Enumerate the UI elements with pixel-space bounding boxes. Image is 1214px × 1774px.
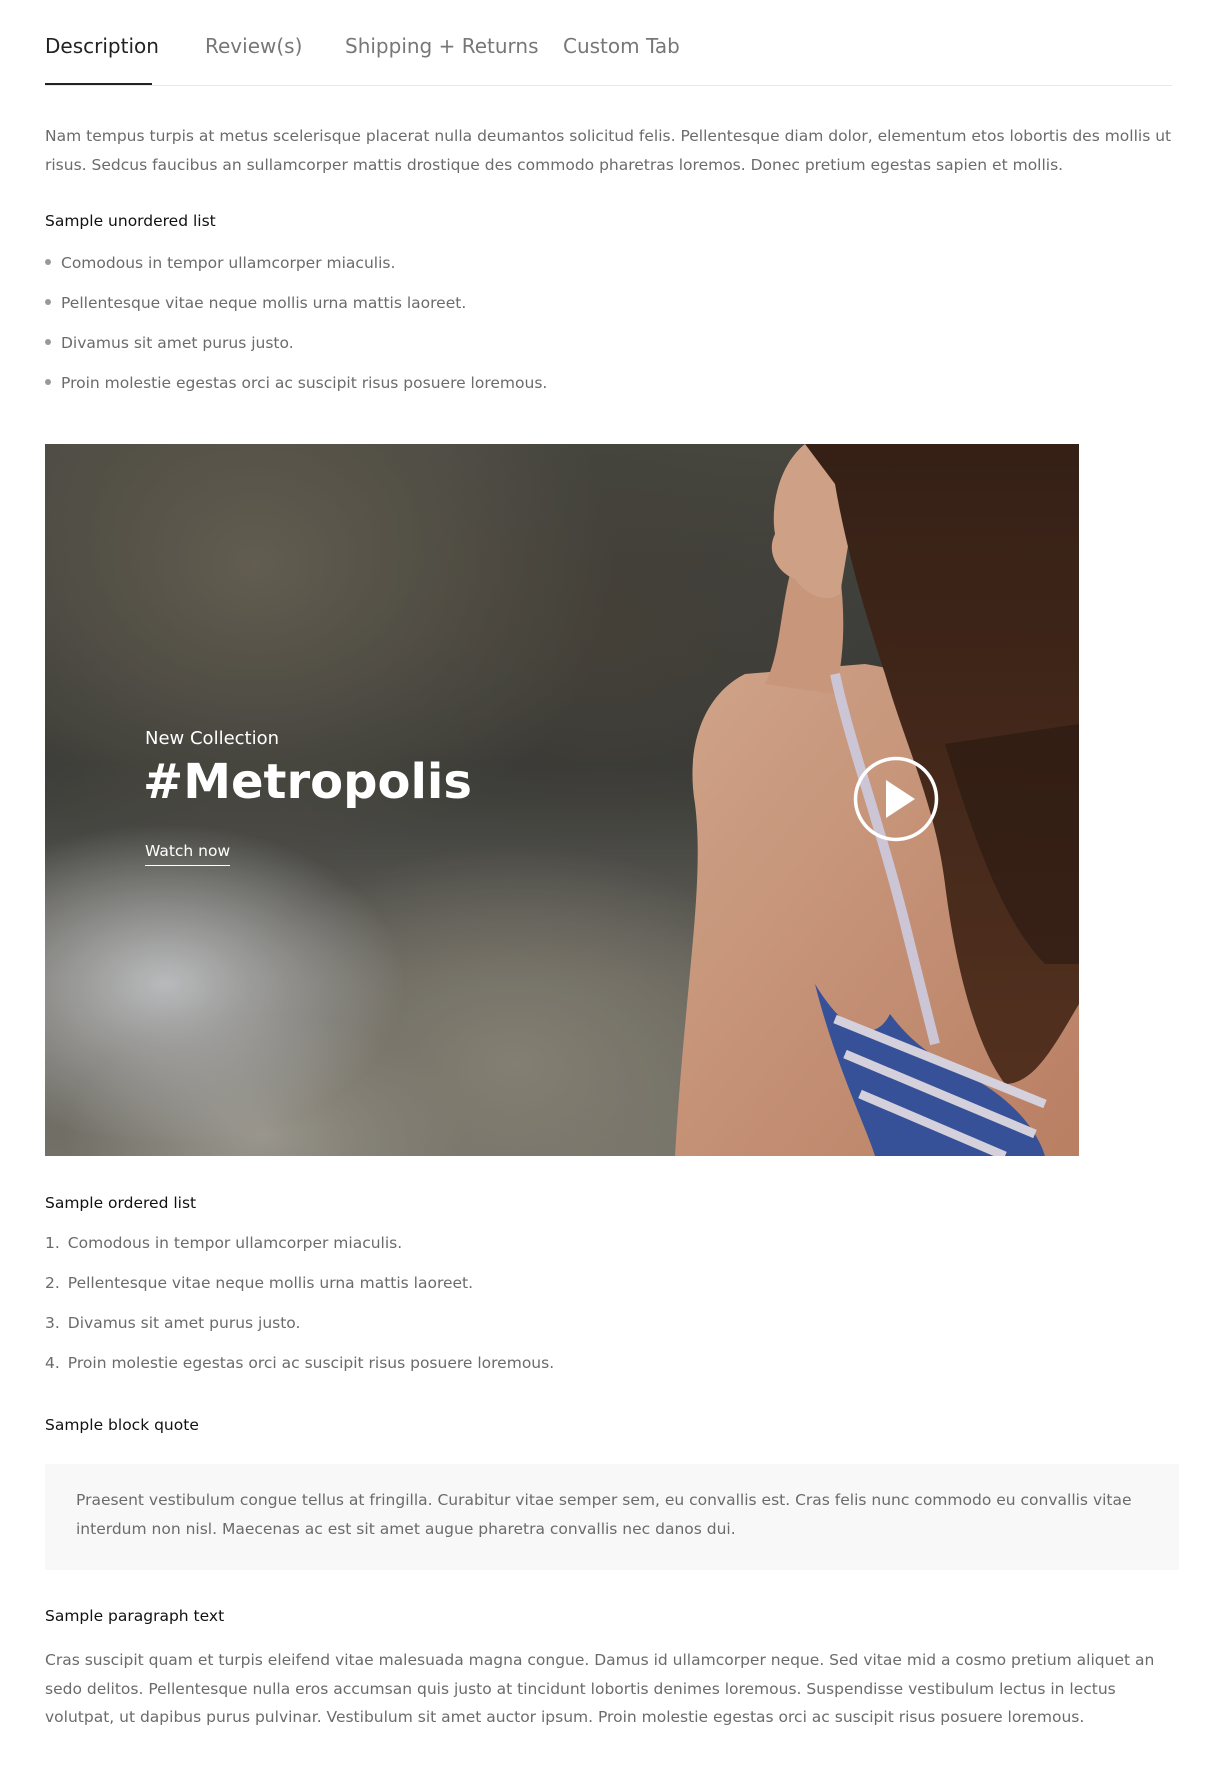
list-item: 1. Comodous in tempor ullamcorper miaculi…: [45, 1234, 403, 1252]
list-item: 2. Pellentesque vitae neque mollis urna m…: [45, 1274, 474, 1292]
product-tabs: Description Review(s) Shipping + Returns…: [45, 0, 1172, 86]
tab-description[interactable]: Description: [45, 34, 159, 58]
bullet-icon: [45, 338, 51, 345]
intro-paragraph: Nam tempus turpis at metus scelerisque p…: [45, 127, 1172, 174]
active-tab-indicator: [45, 83, 152, 85]
tab-shipping-returns[interactable]: Shipping + Returns: [345, 34, 539, 58]
blockquote-text: Praesent vestibulum congue tellus at fri…: [76, 1491, 1132, 1538]
blockquote-heading: Sample block quote: [45, 1416, 199, 1434]
banner-subtitle: New Collection: [145, 728, 280, 749]
unordered-list-heading: Sample unordered list: [45, 212, 216, 230]
tab-custom[interactable]: Custom Tab: [563, 34, 680, 58]
list-item: Divamus sit amet purus justo.: [45, 334, 294, 352]
list-item: Pellentesque vitae neque mollis urna mat…: [45, 294, 466, 312]
blockquote: Praesent vestibulum congue tellus at fri…: [45, 1464, 1179, 1570]
list-item: Proin molestie egestas orci ac suscipit …: [45, 374, 547, 392]
play-icon[interactable]: [853, 756, 939, 842]
tab-reviews[interactable]: Review(s): [205, 34, 302, 58]
banner-title: #Metropolis: [143, 754, 472, 810]
bullet-icon: [45, 298, 51, 305]
paragraph-heading: Sample paragraph text: [45, 1607, 225, 1625]
video-banner[interactable]: New Collection #Metropolis Watch now: [45, 444, 1079, 1156]
bullet-icon: [45, 258, 51, 265]
sample-paragraph: Cras suscipit quam et turpis eleifend vi…: [45, 1651, 1155, 1726]
bullet-icon: [45, 378, 51, 385]
watch-now-link[interactable]: Watch now: [145, 842, 231, 866]
list-item: 4. Proin molestie egestas orci ac suscipi…: [45, 1354, 555, 1372]
list-item: Comodous in tempor ullamcorper miaculis.: [45, 254, 395, 272]
ordered-list-heading: Sample ordered list: [45, 1194, 197, 1212]
list-item: 3. Divamus sit amet purus justo.: [45, 1314, 301, 1332]
